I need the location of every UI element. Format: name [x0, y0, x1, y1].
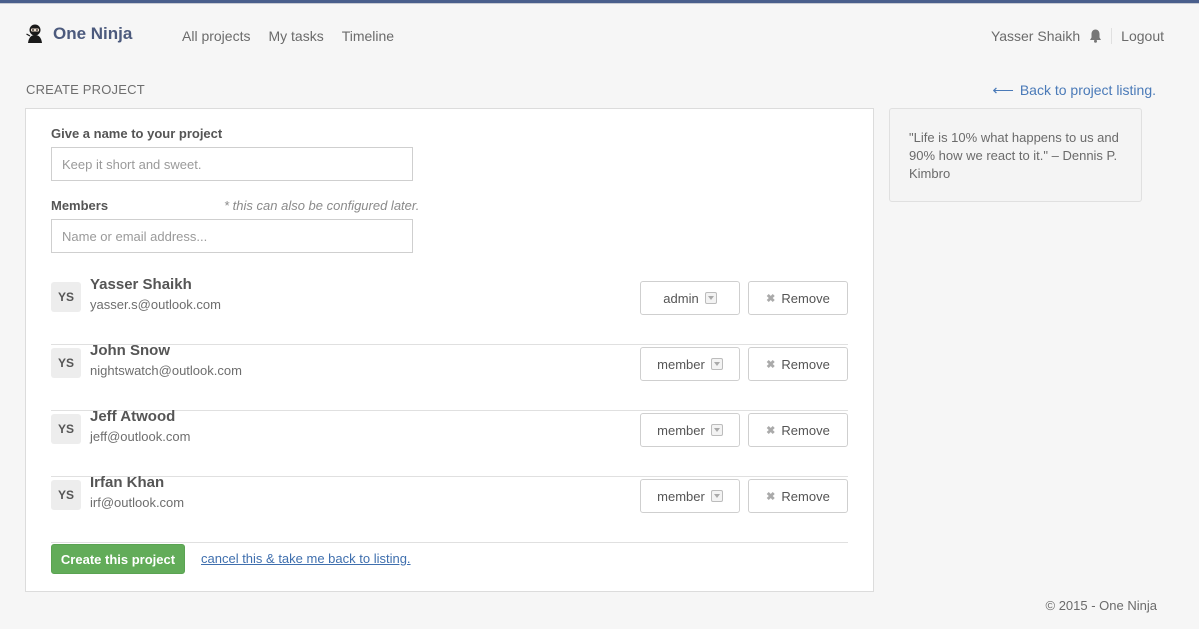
member-row: YS John Snow nightswatch@outlook.com mem… — [51, 342, 848, 411]
role-value: member — [657, 488, 705, 504]
nav-my-tasks[interactable]: My tasks — [268, 28, 323, 44]
member-name: Jeff Atwood — [90, 408, 176, 425]
avatar: YS — [51, 282, 81, 312]
quote-text: "Life is 10% what happens to us and 90% … — [909, 130, 1119, 181]
remove-member-button[interactable]: ✖ Remove — [748, 347, 848, 381]
caret-down-icon — [710, 490, 723, 502]
member-name: John Snow — [90, 342, 170, 359]
member-email: irf@outlook.com — [90, 495, 185, 510]
close-icon: ✖ — [766, 358, 776, 371]
member-name: Yasser Shaikh — [90, 276, 192, 293]
role-dropdown[interactable]: member — [640, 347, 740, 381]
nav-timeline[interactable]: Timeline — [342, 28, 394, 44]
back-link-label: Back to project listing. — [1019, 82, 1156, 98]
role-value: member — [657, 356, 705, 372]
avatar: YS — [51, 414, 81, 444]
footer-copyright: © 2015 - One Ninja — [1045, 598, 1157, 613]
close-icon: ✖ — [766, 424, 776, 437]
project-name-label: Give a name to your project — [51, 126, 223, 141]
user-name[interactable]: Yasser Shaikh — [991, 28, 1080, 44]
member-row: YS Jeff Atwood jeff@outlook.com member ✖… — [51, 408, 848, 477]
bell-icon[interactable] — [1089, 29, 1102, 43]
role-dropdown[interactable]: member — [640, 413, 740, 447]
remove-member-button[interactable]: ✖ Remove — [748, 281, 848, 315]
role-value: admin — [663, 290, 699, 306]
back-to-listing-link[interactable]: ⟵ Back to project listing. — [992, 81, 1156, 99]
caret-down-icon — [710, 358, 723, 370]
remove-label: Remove — [781, 422, 830, 438]
app-name: One Ninja — [53, 24, 133, 43]
logo[interactable]: One Ninja — [26, 24, 132, 44]
create-project-form: Give a name to your project Members * th… — [25, 108, 874, 592]
project-name-input[interactable] — [51, 147, 413, 181]
role-dropdown[interactable]: member — [640, 479, 740, 513]
role-value: member — [657, 422, 705, 438]
members-hint: * this can also be configured later. — [224, 198, 420, 213]
avatar: YS — [51, 348, 81, 378]
create-project-button[interactable]: Create this project — [51, 544, 185, 574]
ninja-icon — [26, 24, 42, 43]
member-name: Irfan Khan — [90, 474, 165, 491]
members-label: Members — [51, 198, 109, 213]
page-title: CREATE PROJECT — [26, 82, 145, 97]
member-row: YS Irfan Khan irf@outlook.com member ✖ R… — [51, 474, 848, 543]
header: One Ninja All projects My tasks Timeline… — [0, 4, 1199, 64]
member-email: jeff@outlook.com — [90, 429, 191, 444]
caret-down-icon — [704, 292, 717, 304]
close-icon: ✖ — [766, 292, 776, 305]
arrow-left-icon: ⟵ — [992, 82, 1014, 99]
remove-member-button[interactable]: ✖ Remove — [748, 479, 848, 513]
close-icon: ✖ — [766, 490, 776, 503]
caret-down-icon — [710, 424, 723, 436]
member-email: nightswatch@outlook.com — [90, 363, 242, 378]
member-email: yasser.s@outlook.com — [90, 297, 221, 312]
members-search-input[interactable] — [51, 219, 413, 253]
logout-link[interactable]: Logout — [1121, 28, 1164, 44]
avatar: YS — [51, 480, 81, 510]
user-area: Yasser Shaikh Logout — [991, 28, 1164, 44]
remove-label: Remove — [781, 356, 830, 372]
divider — [1111, 28, 1113, 44]
remove-member-button[interactable]: ✖ Remove — [748, 413, 848, 447]
main-nav: All projects My tasks Timeline — [182, 28, 394, 44]
member-row: YS Yasser Shaikh yasser.s@outlook.com ad… — [51, 276, 848, 345]
role-dropdown[interactable]: admin — [640, 281, 740, 315]
quote-box: "Life is 10% what happens to us and 90% … — [889, 108, 1142, 202]
cancel-link[interactable]: cancel this & take me back to listing. — [201, 551, 411, 566]
nav-all-projects[interactable]: All projects — [182, 28, 250, 44]
remove-label: Remove — [781, 290, 830, 306]
remove-label: Remove — [781, 488, 830, 504]
